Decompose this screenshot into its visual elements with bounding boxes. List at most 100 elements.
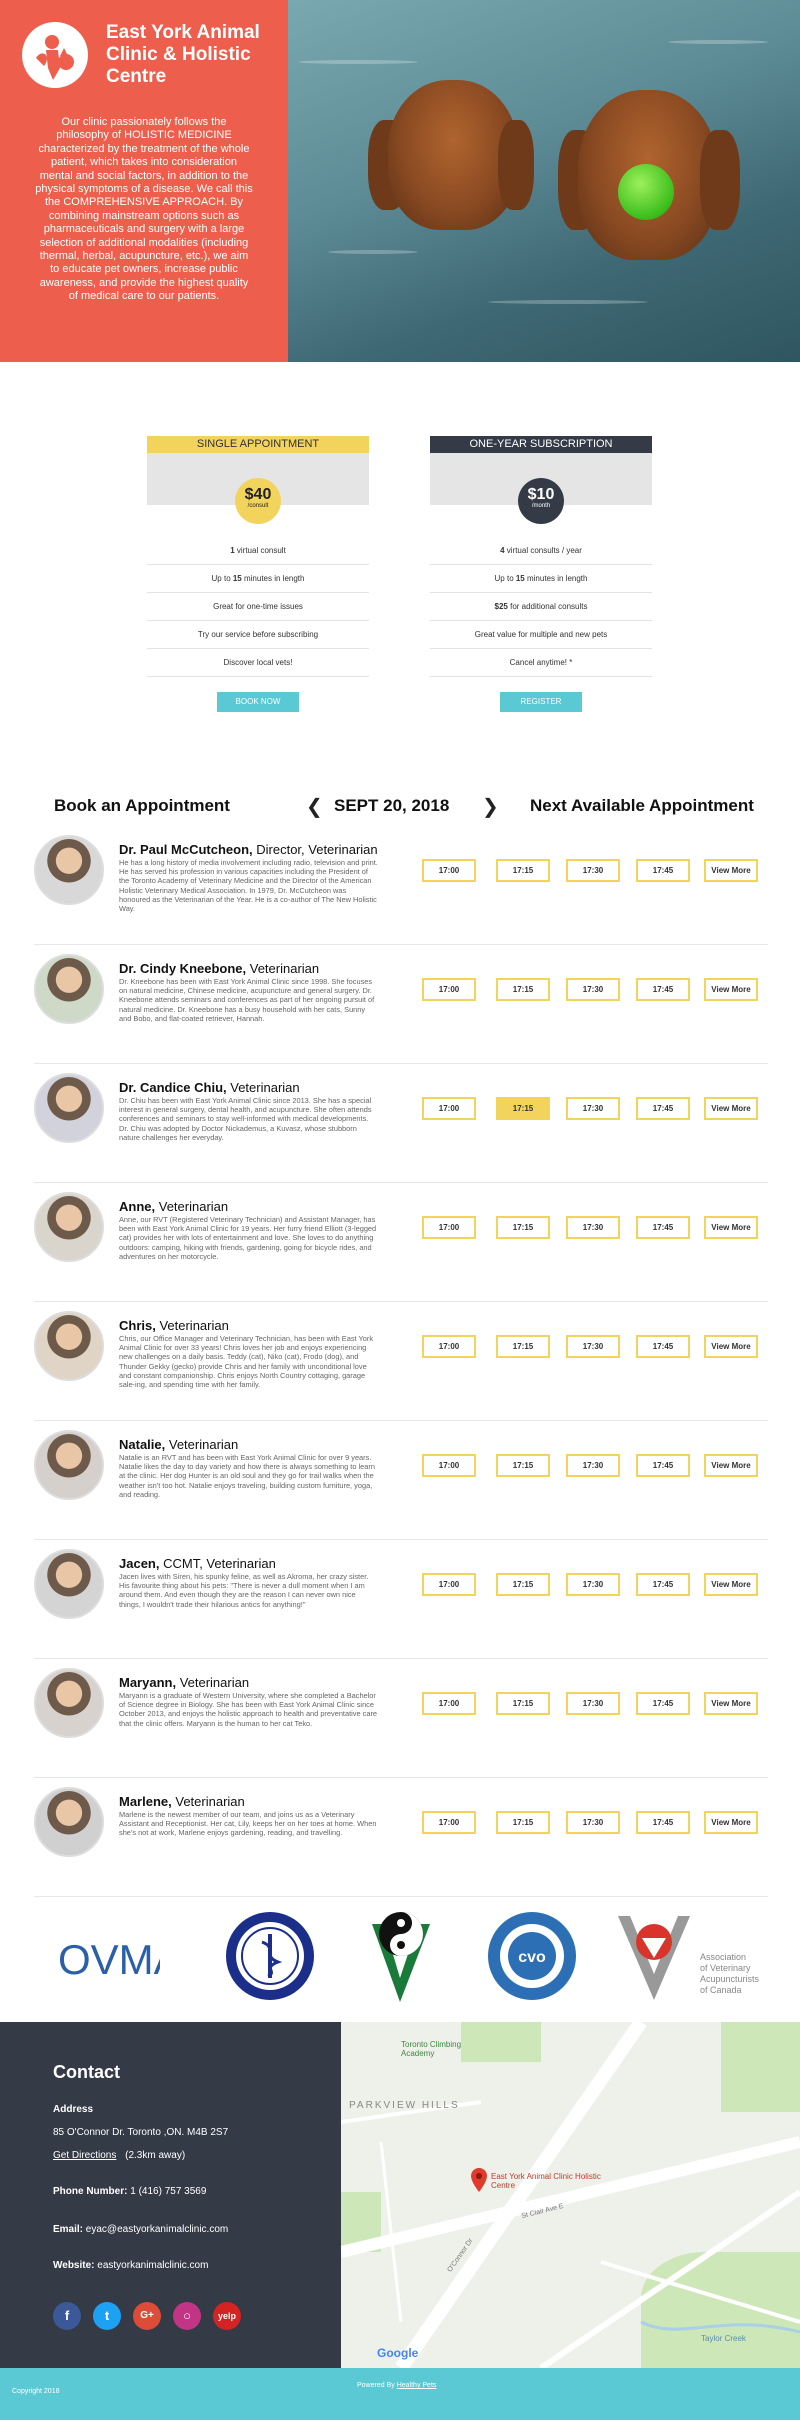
view-more-button[interactable]: View More bbox=[704, 1811, 758, 1834]
time-slot-button[interactable]: 17:45 bbox=[636, 1216, 690, 1239]
time-slot-button[interactable]: 17:15 bbox=[496, 859, 550, 882]
location-map[interactable]: Toronto Climbing Academy PARKVIEW HILLS … bbox=[341, 2022, 800, 2368]
vet-name-text: Maryann, bbox=[119, 1675, 177, 1690]
booking-date: SEPT 20, 2018 bbox=[334, 796, 450, 815]
plan-feature: Up to 15 minutes in length bbox=[430, 565, 652, 593]
vet-role: CCMT, Veterinarian bbox=[159, 1556, 276, 1571]
booking-header: Book an Appointment ❮ SEPT 20, 2018 ❯ Ne… bbox=[34, 792, 768, 820]
time-slot-button[interactable]: 17:45 bbox=[636, 978, 690, 1001]
email-value[interactable]: eyac@eastyorkanimalclinic.com bbox=[86, 2224, 228, 2235]
time-slot-button[interactable]: 17:45 bbox=[636, 1097, 690, 1120]
time-slot-button[interactable]: 17:15 bbox=[496, 1097, 550, 1120]
time-slot-button[interactable]: 17:15 bbox=[496, 1573, 550, 1596]
vet-row: Dr. Candice Chiu, Veterinarian Dr. Chiu h… bbox=[34, 1064, 768, 1183]
time-slot-button[interactable]: 17:45 bbox=[636, 1454, 690, 1477]
time-slot-button[interactable]: 17:30 bbox=[566, 1811, 620, 1834]
plan-single-price-badge: $40 /consult bbox=[235, 478, 281, 524]
facebook-icon[interactable]: f bbox=[53, 2302, 81, 2330]
vet-name: Maryann, Veterinarian bbox=[119, 1675, 249, 1690]
twitter-icon[interactable]: t bbox=[93, 2302, 121, 2330]
vet-row: Maryann, Veterinarian Maryann is a gradua… bbox=[34, 1659, 768, 1778]
time-slot-button[interactable]: 17:45 bbox=[636, 1335, 690, 1358]
time-slot-button[interactable]: 17:00 bbox=[422, 1335, 476, 1358]
vet-role: Veterinarian bbox=[165, 1437, 239, 1452]
time-slot-button[interactable]: 17:45 bbox=[636, 1811, 690, 1834]
view-more-button[interactable]: View More bbox=[704, 978, 758, 1001]
google-plus-icon[interactable]: G+ bbox=[133, 2302, 161, 2330]
view-more-button[interactable]: View More bbox=[704, 1454, 758, 1477]
plan-subscription-title: ONE-YEAR SUBSCRIPTION bbox=[430, 436, 652, 453]
time-slot-button[interactable]: 17:15 bbox=[496, 1692, 550, 1715]
plan-feature: Up to 15 minutes in length bbox=[147, 565, 369, 593]
time-slot-button[interactable]: 17:30 bbox=[566, 1097, 620, 1120]
time-slot-button[interactable]: 17:00 bbox=[422, 978, 476, 1001]
time-slot-button[interactable]: 17:45 bbox=[636, 1573, 690, 1596]
yin-yang-vet-logo bbox=[366, 1906, 436, 2011]
vet-role: Veterinarian bbox=[226, 1080, 300, 1095]
time-slot-button[interactable]: 17:45 bbox=[636, 1692, 690, 1715]
clinic-logo[interactable] bbox=[22, 22, 88, 88]
time-slot-button[interactable]: 17:30 bbox=[566, 1335, 620, 1358]
view-more-button[interactable]: View More bbox=[704, 1692, 758, 1715]
contact-section: Contact Address 85 O'Connor Dr. Toronto … bbox=[0, 2022, 341, 2368]
chevron-left-icon[interactable]: ❮ bbox=[306, 794, 323, 819]
get-directions-link[interactable]: Get Directions bbox=[53, 2150, 116, 2161]
ovma-logo: OVMA bbox=[54, 1918, 182, 1998]
view-more-button[interactable]: View More bbox=[704, 1097, 758, 1120]
time-slot-button[interactable]: 17:15 bbox=[496, 978, 550, 1001]
vet-role: Veterinarian bbox=[246, 961, 320, 976]
yelp-icon[interactable]: yelp bbox=[213, 2302, 241, 2330]
plan-feature: Great value for multiple and new pets bbox=[430, 621, 652, 649]
time-slot-button[interactable]: 17:00 bbox=[422, 1692, 476, 1715]
register-button[interactable]: REGISTER bbox=[500, 692, 582, 712]
time-slot-button[interactable]: 17:15 bbox=[496, 1454, 550, 1477]
time-slot-button[interactable]: 17:15 bbox=[496, 1335, 550, 1358]
time-slot-button[interactable]: 17:30 bbox=[566, 1216, 620, 1239]
address-value: 85 O'Connor Dr. Toronto ,ON. M4B 2S7 bbox=[53, 2127, 229, 2138]
instagram-icon[interactable]: ○ bbox=[173, 2302, 201, 2330]
time-slot-button[interactable]: 17:00 bbox=[422, 1216, 476, 1239]
phone-value[interactable]: 1 (416) 757 3569 bbox=[130, 2186, 206, 2197]
vet-name-text: Chris, bbox=[119, 1318, 156, 1333]
website-value[interactable]: eastyorkanimalclinic.com bbox=[97, 2260, 208, 2271]
book-now-button[interactable]: BOOK NOW bbox=[217, 692, 299, 712]
svg-text:Acupuncturists: Acupuncturists bbox=[700, 1974, 760, 1984]
vet-role: Veterinarian bbox=[171, 1794, 245, 1809]
time-slot-button[interactable]: 17:45 bbox=[636, 859, 690, 882]
time-slot-button[interactable]: 17:30 bbox=[566, 1692, 620, 1715]
phone-label: Phone Number: bbox=[53, 2186, 128, 2197]
vet-name: Jacen, CCMT, Veterinarian bbox=[119, 1556, 276, 1571]
next-available-link[interactable]: Next Available Appointment bbox=[530, 796, 754, 816]
time-slot-button[interactable]: 17:15 bbox=[496, 1811, 550, 1834]
vet-bio: Anne, our RVT (Registered Veterinary Tec… bbox=[119, 1215, 377, 1261]
time-slot-button[interactable]: 17:00 bbox=[422, 859, 476, 882]
time-slot-button[interactable]: 17:00 bbox=[422, 1573, 476, 1596]
time-slot-button[interactable]: 17:30 bbox=[566, 978, 620, 1001]
time-slot-button[interactable]: 17:30 bbox=[566, 859, 620, 882]
time-slot-button[interactable]: 17:00 bbox=[422, 1454, 476, 1477]
map-marker-icon[interactable] bbox=[471, 2168, 487, 2197]
time-slot-button[interactable]: 17:00 bbox=[422, 1097, 476, 1120]
map-roads bbox=[341, 2022, 800, 2368]
view-more-button[interactable]: View More bbox=[704, 859, 758, 882]
svg-text:of Canada: of Canada bbox=[700, 1985, 742, 1995]
time-slot-button[interactable]: 17:15 bbox=[496, 1216, 550, 1239]
view-more-button[interactable]: View More bbox=[704, 1573, 758, 1596]
time-slot-button[interactable]: 17:00 bbox=[422, 1811, 476, 1834]
booking-title: Book an Appointment bbox=[54, 796, 230, 815]
powered-by-link[interactable]: Healthy Pets bbox=[397, 2382, 437, 2389]
plan-single: SINGLE APPOINTMENT $40 /consult 1 virtua… bbox=[147, 436, 369, 712]
vet-bio: Marlene is the newest member of our team… bbox=[119, 1810, 377, 1838]
plan-subscription-price-badge: $10 /month bbox=[518, 478, 564, 524]
chevron-right-icon[interactable]: ❯ bbox=[482, 794, 499, 819]
time-slot-button[interactable]: 17:30 bbox=[566, 1454, 620, 1477]
view-more-button[interactable]: View More bbox=[704, 1216, 758, 1239]
view-more-button[interactable]: View More bbox=[704, 1335, 758, 1358]
clinic-name: East York Animal Clinic & Holistic Centr… bbox=[106, 22, 260, 87]
time-slot-button[interactable]: 17:30 bbox=[566, 1573, 620, 1596]
map-place-climbing: Toronto Climbing Academy bbox=[401, 2040, 462, 2058]
email-row: Email: eyac@eastyorkanimalclinic.com bbox=[53, 2224, 228, 2235]
website-row: Website: eastyorkanimalclinic.com bbox=[53, 2260, 208, 2271]
phone-row: Phone Number: 1 (416) 757 3569 bbox=[53, 2186, 206, 2197]
footer: Copyright 2018 Powered By Healthy Pets bbox=[0, 2368, 800, 2420]
